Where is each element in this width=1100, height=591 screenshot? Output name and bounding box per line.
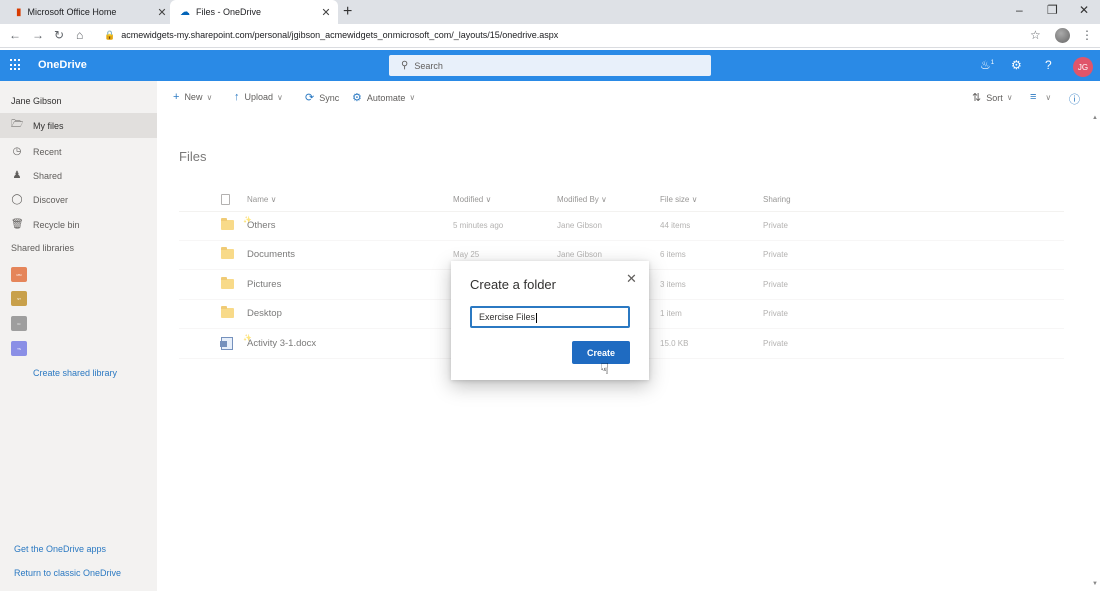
url-field[interactable]: 🔒 acmewidgets-my.sharepoint.com/personal/… [104,30,558,41]
restore-icon[interactable]: ❐ [1047,3,1058,17]
new-tab-icon[interactable]: + [343,3,352,21]
upload-button[interactable]: ↑ Upload ∨ [234,91,283,103]
home-icon[interactable]: ⌂ [76,28,83,42]
info-button[interactable]: ⓘ [1069,91,1085,107]
sync-button[interactable]: ⟳ Sync [305,91,339,104]
text-caret [536,312,538,323]
nav-item-label: Recent [33,146,62,157]
trash-icon: 🗑 [11,219,24,230]
folder-name-value: Exercise Files [479,312,536,322]
scroll-down-icon[interactable]: ▼ [1092,581,1098,587]
close-window-icon[interactable]: ✕ [1079,3,1089,17]
view-options-button[interactable]: ≡ ∨ [1030,91,1051,103]
automate-button[interactable]: ⚙ Automate ∨ [352,91,415,104]
classic-onedrive-link[interactable]: Return to classic OneDrive [14,568,121,578]
search-icon: ⚲ [401,60,409,71]
nav-item-discover[interactable]: ◯ Discover [0,187,157,212]
chevron-down-icon: ∨ [1045,92,1052,102]
upload-label: Upload [244,92,274,102]
close-tab-icon[interactable]: ✕ [156,6,168,19]
chevron-down-icon: ∨ [277,92,283,102]
forward-icon[interactable]: → [32,28,44,42]
command-bar: + New ∨ ↑ Upload ∨ ⟳ Sync ⚙ Automate ∨ ⇅… [157,81,1100,113]
library-icon[interactable]: ST [11,291,27,306]
bookmark-star-icon[interactable]: ☆ [1030,28,1041,42]
new-button[interactable]: + New ∨ [173,91,212,103]
nav-item-label: Shared [33,170,63,181]
plus-icon: + [173,91,180,103]
bell-icon[interactable]: ♨1 [980,58,994,72]
avatar[interactable]: JG [1073,57,1093,77]
library-icon[interactable]: MM [11,267,27,282]
clock-icon: ◷ [12,146,22,157]
nav-item-recent[interactable]: ◷ Recent [0,139,157,164]
folder-name-input[interactable]: Exercise Files [470,306,630,328]
dialog-title: Create a folder [470,277,556,292]
suite-bar: OneDrive ⚲ Search ♨1 ⚙ ? [0,50,1100,81]
help-icon[interactable]: ? [1045,58,1052,72]
automate-icon: ⚙ [352,92,362,104]
tab-office-home[interactable]: ▮ Microsoft Office Home ✕ [6,0,174,24]
nav-item-recycle-bin[interactable]: 🗑 Recycle bin [0,212,157,237]
nav-item-label: My files [33,120,64,131]
chevron-down-icon: ∨ [1006,93,1013,102]
scroll-up-icon[interactable]: ▲ [1092,115,1098,121]
create-shared-library-link[interactable]: Create shared library [33,368,117,378]
hand-cursor-icon: ☟ [600,361,610,378]
reload-icon[interactable]: ↻ [54,28,64,42]
create-folder-dialog: Create a folder ✕ Exercise Files Create [451,261,649,380]
nav-item-label: Discover [33,194,69,205]
address-bar: ← → ↻ ⌂ 🔒 acmewidgets-my.sharepoint.com/p… [0,24,1100,48]
shared-libraries-heading: Shared libraries [11,243,75,253]
lock-icon: 🔒 [104,30,116,40]
library-icon[interactable]: TS [11,341,27,356]
automate-label: Automate [366,92,406,103]
app-name[interactable]: OneDrive [38,59,87,71]
get-apps-link[interactable]: Get the OneDrive apps [14,544,106,554]
nav-item-shared[interactable]: ♟ Shared [0,163,157,188]
people-icon: ♟ [12,170,22,181]
upload-icon: ↑ [234,91,240,103]
url-text: acmewidgets-my.sharepoint.com/personal/j… [121,30,559,40]
gear-icon[interactable]: ⚙ [1011,58,1022,72]
compass-icon: ◯ [11,194,23,205]
sort-button[interactable]: ⇅ Sort ∨ [972,91,1013,104]
user-name: Jane Gibson [11,96,62,106]
search-placeholder: Search [414,60,443,71]
nav-item-label: Recycle bin [33,219,80,230]
chevron-down-icon: ∨ [206,92,213,102]
sort-icon: ⇅ [972,92,982,104]
tab-title: Microsoft Office Home [27,7,117,17]
new-label: New [184,92,203,102]
browser-menu-icon[interactable]: ⋮ [1081,28,1093,42]
tab-title: Files - OneDrive [196,7,262,17]
close-icon[interactable]: ✕ [626,271,637,287]
chevron-down-icon: ∨ [409,93,416,102]
info-icon: ⓘ [1069,94,1080,106]
folder-icon: 🗁 [11,119,24,130]
app-launcher-icon[interactable] [10,59,22,71]
sync-label: Sync [319,92,340,103]
nav-item-my-files[interactable]: 🗁 My files [0,113,157,138]
sort-label: Sort [986,92,1003,103]
close-tab-icon[interactable]: ✕ [320,6,332,19]
search-box[interactable]: ⚲ Search [389,55,711,76]
tab-onedrive[interactable]: ☁ Files - OneDrive ✕ [170,0,338,24]
back-icon[interactable]: ← [9,28,21,42]
browser-profile-avatar[interactable] [1055,28,1070,43]
sync-icon: ⟳ [305,92,315,104]
minimize-icon[interactable]: – [1016,3,1023,17]
notification-count: 1 [990,60,995,66]
browser-tab-bar: ▮ Microsoft Office Home ✕ ☁ Files - OneD… [0,0,1100,24]
cloud-icon: ☁ [180,6,190,18]
left-nav: Jane Gibson 🗁 My files ◷ Recent ♟ Shared… [0,81,157,591]
scrollbar[interactable]: ▲ ▼ [1090,113,1100,591]
list-view-icon: ≡ [1030,91,1037,103]
library-icon[interactable]: IC [11,316,27,331]
office-icon: ▮ [16,6,22,18]
